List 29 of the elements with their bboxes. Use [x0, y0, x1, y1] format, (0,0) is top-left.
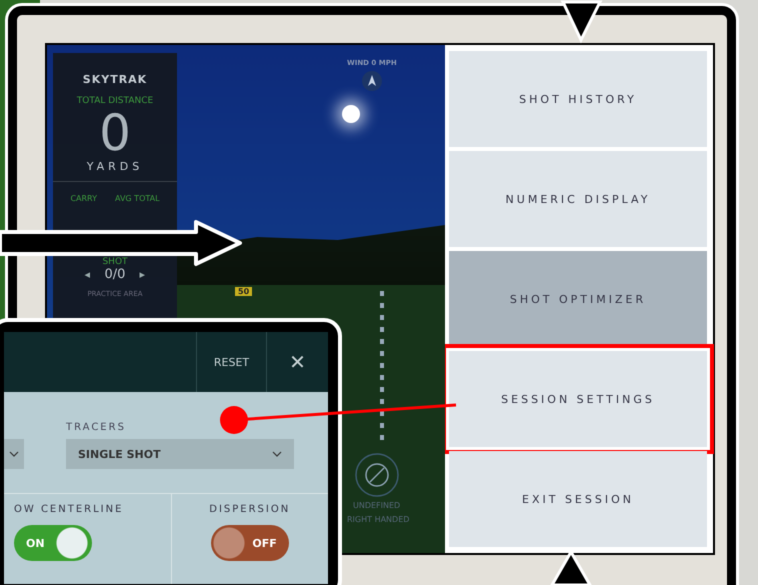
- menu-item[interactable]: SHOT HISTORY: [449, 51, 707, 147]
- stat-label: AVG TOTAL: [115, 194, 160, 203]
- shot-count: 0/0: [104, 267, 126, 282]
- stat-label: CARRY: [70, 194, 97, 203]
- toggle-label: DISPERSION: [209, 504, 290, 515]
- menu-item[interactable]: EXIT SESSION: [449, 451, 707, 547]
- wind-direction-icon: [360, 70, 383, 92]
- unit-label: YARDS: [86, 160, 144, 173]
- menu-item[interactable]: SESSION SETTINGS: [449, 351, 707, 447]
- dropdown-field[interactable]: [4, 439, 24, 469]
- total-distance: 0: [99, 106, 131, 160]
- prohibited-icon: [355, 453, 399, 497]
- stat-label: SHOT: [102, 257, 128, 267]
- club-label: UNDEFINED: [353, 501, 400, 510]
- handedness-label: RIGHT HANDED: [347, 515, 410, 524]
- logo: SKYTRAK: [82, 73, 148, 86]
- menu-item[interactable]: NUMERIC DISPLAY: [449, 151, 707, 247]
- previous-button[interactable]: ◂: [84, 268, 91, 281]
- yard-marker: 50: [235, 287, 252, 296]
- chevron-icon: [272, 451, 282, 457]
- tracers-dropdown[interactable]: SINGLE SHOT: [66, 439, 294, 469]
- next-button[interactable]: ▸: [139, 268, 146, 281]
- moon-glow: [342, 105, 360, 123]
- stat-label: TOTAL DISTANCE: [76, 96, 154, 106]
- chevron-icon: [9, 451, 19, 457]
- tracers-label: TRACERS: [66, 422, 127, 433]
- toggle-label: OW CENTERLINE: [14, 504, 124, 515]
- menu-item[interactable]: SHOT OPTIMIZER: [449, 251, 707, 347]
- toggle-switch[interactable]: OFF: [210, 525, 289, 561]
